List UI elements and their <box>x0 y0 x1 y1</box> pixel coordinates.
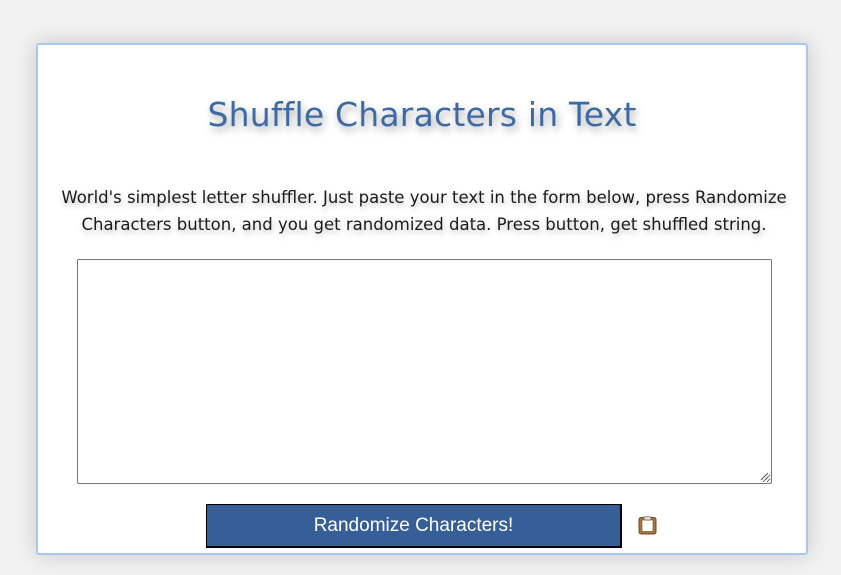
page-description: World's simplest letter shuffler. Just p… <box>61 188 787 234</box>
tool-card: Shuffle Characters in Text World's simpl… <box>36 43 808 555</box>
text-input-area[interactable] <box>77 259 772 484</box>
randomize-characters-button[interactable]: Randomize Characters! <box>206 504 622 548</box>
page-title: Shuffle Characters in Text <box>207 95 637 134</box>
resize-handle-icon[interactable] <box>759 471 769 481</box>
clipboard-icon[interactable] <box>638 516 657 535</box>
